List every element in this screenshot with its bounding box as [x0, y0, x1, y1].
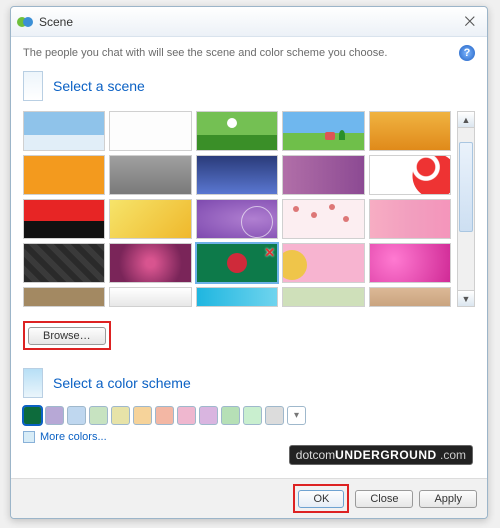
apply-button[interactable]: Apply [419, 490, 477, 508]
scene-thumb-dark-cubes[interactable] [23, 243, 105, 283]
scheme-section-title: Select a color scheme [53, 375, 191, 391]
scene-dialog: Scene ⨉ The people you chat with will se… [10, 6, 488, 519]
scene-scrollbar[interactable]: ▲ ▼ [457, 111, 475, 307]
highlight-ok: OK [293, 484, 349, 513]
scene-thumb-bangladesh-flag[interactable]: ✕ [196, 243, 278, 283]
scroll-handle[interactable] [459, 142, 473, 232]
scene-thumb-pink-stripes[interactable] [369, 199, 451, 239]
scene-thumb-magenta-star[interactable] [109, 243, 191, 283]
scene-thumb-purple-violet[interactable] [282, 155, 364, 195]
color-swatch[interactable] [133, 406, 152, 425]
color-swatch[interactable] [89, 406, 108, 425]
more-colors-label: More colors... [40, 431, 107, 443]
scene-thumb-pink-blossom[interactable] [282, 199, 364, 239]
color-swatch[interactable] [111, 406, 130, 425]
scheme-section-icon [23, 368, 43, 398]
scene-thumb-orange-solid[interactable] [23, 155, 105, 195]
scene-area: ✕ ▲ ▼ [23, 111, 475, 307]
description-row: The people you chat with will see the sc… [23, 45, 475, 61]
close-button[interactable]: Close [355, 490, 413, 508]
color-swatch[interactable] [199, 406, 218, 425]
scene-thumb-green-hill-clouds[interactable] [196, 111, 278, 151]
window-title: Scene [39, 15, 459, 29]
browse-row: Browse… [23, 321, 475, 350]
scene-section-title: Select a scene [53, 78, 145, 94]
scene-grid: ✕ [23, 111, 451, 307]
scene-thumb-white-blank[interactable] [109, 111, 191, 151]
scene-thumb-yellow-gradient[interactable] [109, 199, 191, 239]
more-colors-link[interactable]: More colors... [23, 431, 475, 443]
scene-thumb-summer-field-house[interactable] [282, 111, 364, 151]
color-swatch-more[interactable]: ▾ [287, 406, 306, 425]
scene-thumb-teal-partial[interactable] [196, 287, 278, 307]
scheme-section-header: Select a color scheme [23, 368, 475, 398]
color-swatch[interactable] [45, 406, 64, 425]
color-swatch-row: ▾ [23, 406, 475, 425]
scene-section-header: Select a scene [23, 71, 475, 101]
scene-thumb-golden-wheat[interactable] [369, 111, 451, 151]
scene-thumb-red-black-split[interactable] [23, 199, 105, 239]
scene-section-icon [23, 71, 43, 101]
dialog-button-bar: OK Close Apply [11, 478, 487, 518]
scene-thumb-beige-partial[interactable] [369, 287, 451, 307]
highlight-browse: Browse… [23, 321, 111, 350]
ok-button[interactable]: OK [298, 490, 344, 508]
color-swatch[interactable] [177, 406, 196, 425]
color-swatch[interactable] [155, 406, 174, 425]
scene-thumb-sky-gradient[interactable] [23, 111, 105, 151]
color-swatch[interactable] [243, 406, 262, 425]
help-icon[interactable]: ? [459, 45, 475, 61]
color-swatch[interactable] [221, 406, 240, 425]
watermark: dotcomUNDERGROUND .com [289, 445, 473, 465]
scene-thumb-purple-swirl[interactable] [196, 199, 278, 239]
scene-thumb-white-partial[interactable] [109, 287, 191, 307]
scene-thumb-gray-landscape[interactable] [109, 155, 191, 195]
scroll-up-arrow-icon[interactable]: ▲ [458, 112, 474, 128]
color-swatch[interactable] [23, 406, 42, 425]
scene-thumb-pink-sun[interactable] [282, 243, 364, 283]
scene-thumb-white-red-flower[interactable] [369, 155, 451, 195]
scene-thumb-tan-partial[interactable] [23, 287, 105, 307]
scene-thumb-navy-night[interactable] [196, 155, 278, 195]
scene-thumb-sage-partial[interactable] [282, 287, 364, 307]
color-swatch[interactable] [265, 406, 284, 425]
msn-buddies-icon [17, 14, 33, 30]
description-text: The people you chat with will see the sc… [23, 47, 387, 59]
more-colors-icon [23, 431, 35, 443]
dialog-body: The people you chat with will see the sc… [11, 37, 487, 449]
titlebar[interactable]: Scene ⨉ [11, 7, 487, 37]
remove-scene-icon[interactable]: ✕ [264, 245, 275, 261]
scene-thumb-hot-pink-glow[interactable] [369, 243, 451, 283]
color-swatch[interactable] [67, 406, 86, 425]
scroll-down-arrow-icon[interactable]: ▼ [458, 290, 474, 306]
close-icon[interactable]: ⨉ [459, 14, 481, 30]
browse-button[interactable]: Browse… [28, 327, 106, 345]
